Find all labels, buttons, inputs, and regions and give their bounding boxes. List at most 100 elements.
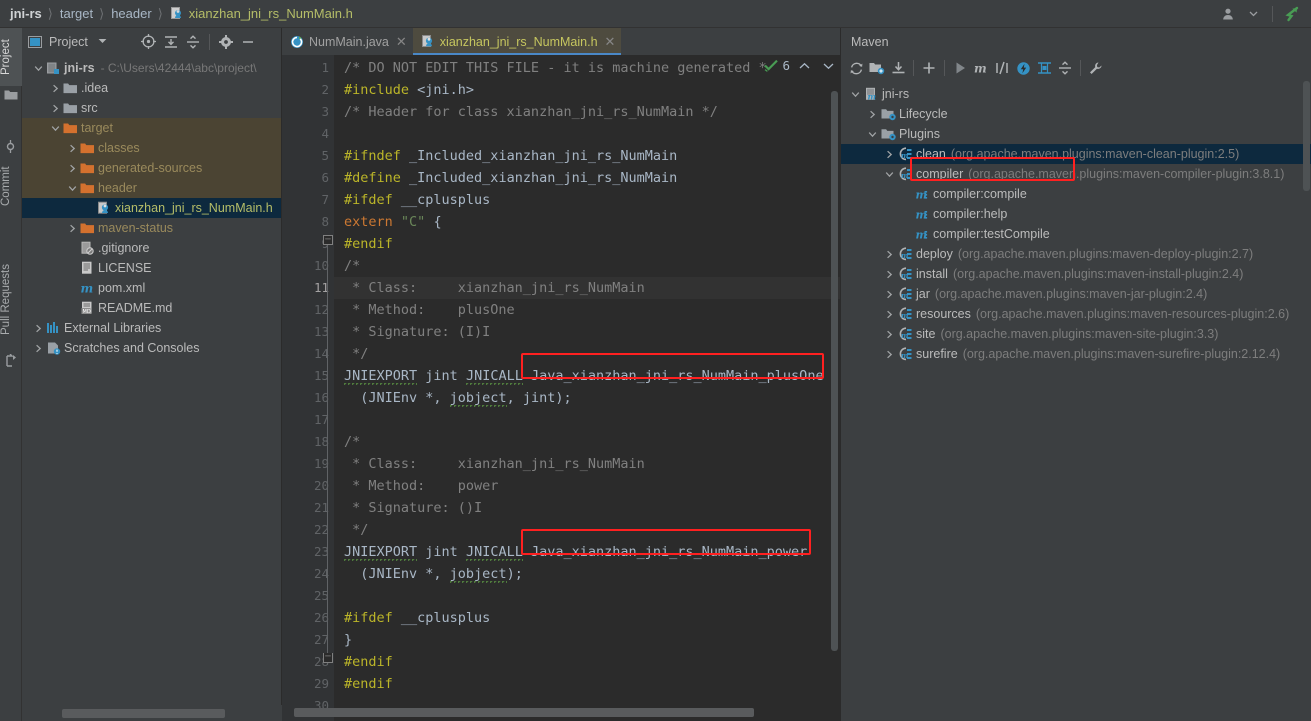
commit-icon[interactable] bbox=[4, 140, 18, 154]
chevron-down-icon[interactable] bbox=[1242, 3, 1264, 25]
code-line[interactable]: extern "C" { bbox=[334, 211, 840, 233]
inspection-widget[interactable]: 6 bbox=[764, 58, 834, 73]
code-line[interactable]: (JNIEnv *, jobject, jint); bbox=[334, 387, 840, 409]
chevron-right-icon[interactable] bbox=[66, 138, 79, 158]
vcs-arrow-icon[interactable] bbox=[1281, 3, 1303, 25]
chevron-right-icon[interactable] bbox=[866, 104, 879, 124]
collapse-all-icon[interactable] bbox=[183, 32, 203, 52]
breadcrumb-item-module[interactable]: jni-rs bbox=[8, 6, 44, 21]
maven-node-compiler[interactable]: m compiler (org.apache.maven.plugins:maven… bbox=[841, 164, 1311, 184]
close-icon[interactable]: ✕ bbox=[605, 34, 616, 50]
hide-panel-icon[interactable] bbox=[238, 32, 258, 52]
line-number[interactable]: 8 bbox=[282, 211, 334, 233]
tree-node-xianzhan-jni-rs-nummain-h[interactable]: xianzhan_jni_rs_NumMain.h bbox=[22, 198, 281, 218]
code-line[interactable]: JNIEXPORT jint JNICALL Java_xianzhan_jni… bbox=[334, 541, 840, 563]
chevron-down-icon[interactable] bbox=[49, 118, 62, 138]
maven-node-resources[interactable]: m resources (org.apache.maven.plugins:mave… bbox=[841, 304, 1311, 324]
code-line[interactable]: #ifndef _Included_xianzhan_jni_rs_NumMai… bbox=[334, 145, 840, 167]
maven-node-lifecycle[interactable]: Lifecycle bbox=[841, 104, 1311, 124]
maven-node-compiler-testcompile[interactable]: m compiler:testCompile bbox=[841, 224, 1311, 244]
show-dependencies-icon[interactable] bbox=[1034, 58, 1054, 78]
code-line[interactable]: */ bbox=[334, 343, 840, 365]
chevron-right-icon[interactable] bbox=[883, 284, 896, 304]
chevron-right-icon[interactable] bbox=[883, 264, 896, 284]
project-icon[interactable] bbox=[4, 88, 18, 102]
code-line[interactable]: /* bbox=[334, 255, 840, 277]
code-line[interactable]: * Signature: (I)I bbox=[334, 321, 840, 343]
maven-node-jni-rs[interactable]: m jni-rs bbox=[841, 84, 1311, 104]
code-line[interactable]: */ bbox=[334, 519, 840, 541]
chevron-right-icon[interactable] bbox=[883, 304, 896, 324]
tree-node-external-libraries[interactable]: External Libraries bbox=[22, 318, 281, 338]
chevron-right-icon[interactable] bbox=[883, 344, 896, 364]
code-line[interactable]: * Method: plusOne bbox=[334, 299, 840, 321]
chevron-right-icon[interactable] bbox=[883, 144, 896, 164]
chevron-right-icon[interactable] bbox=[49, 78, 62, 98]
chevron-down-icon[interactable] bbox=[883, 164, 896, 184]
tree-node-jni-rs[interactable]: jni-rs - C:\Users\42444\abc\project\ bbox=[22, 58, 281, 78]
chevron-right-icon[interactable] bbox=[49, 98, 62, 118]
line-number[interactable]: 7 bbox=[282, 189, 334, 211]
project-tree[interactable]: jni-rs - C:\Users\42444\abc\project\ .idea… bbox=[22, 55, 281, 721]
fold-marker-extern[interactable]: ─ bbox=[323, 235, 333, 245]
execute-maven-goal-icon[interactable]: m bbox=[971, 58, 991, 78]
maven-node-jar[interactable]: m jar (org.apache.maven.plugins:maven-jar-… bbox=[841, 284, 1311, 304]
chevron-down-icon[interactable] bbox=[66, 178, 79, 198]
tree-node-src[interactable]: src bbox=[22, 98, 281, 118]
maven-node-install[interactable]: m install (org.apache.maven.plugins:maven-… bbox=[841, 264, 1311, 284]
tree-node--gitignore[interactable]: .gitignore bbox=[22, 238, 281, 258]
editor-vertical-scrollbar[interactable] bbox=[831, 91, 838, 651]
tree-node-readme-md[interactable]: MD README.md bbox=[22, 298, 281, 318]
toggle-offline-icon[interactable] bbox=[1013, 58, 1033, 78]
chevron-right-icon[interactable] bbox=[32, 338, 45, 358]
tree-node-maven-status[interactable]: maven-status bbox=[22, 218, 281, 238]
maven-node-site[interactable]: m site (org.apache.maven.plugins:maven-sit… bbox=[841, 324, 1311, 344]
chevron-right-icon[interactable] bbox=[32, 318, 45, 338]
code-line[interactable]: #endif bbox=[334, 673, 840, 695]
code-line[interactable]: #endif bbox=[334, 651, 840, 673]
maven-node-clean[interactable]: m clean (org.apache.maven.plugins:maven-cl… bbox=[841, 144, 1311, 164]
maven-node-plugins[interactable]: Plugins bbox=[841, 124, 1311, 144]
maven-node-compiler-help[interactable]: m compiler:help bbox=[841, 204, 1311, 224]
code-line[interactable] bbox=[334, 585, 840, 607]
code-line[interactable]: * Class: xianzhan_jni_rs_NumMain bbox=[334, 453, 840, 475]
breadcrumb-item-target[interactable]: target bbox=[58, 6, 95, 21]
code-line[interactable]: #define _Included_xianzhan_jni_rs_NumMai… bbox=[334, 167, 840, 189]
chevron-up-icon[interactable] bbox=[799, 62, 810, 70]
collapse-all-icon[interactable] bbox=[1055, 58, 1075, 78]
tree-node-classes[interactable]: classes bbox=[22, 138, 281, 158]
line-number[interactable]: 2 bbox=[282, 79, 334, 101]
select-opened-file-icon[interactable] bbox=[139, 32, 159, 52]
tab-xianzhan-header[interactable]: xianzhan_jni_rs_NumMain.h ✕ bbox=[412, 28, 622, 55]
settings-wrench-icon[interactable] bbox=[1086, 58, 1106, 78]
line-number[interactable]: 5 bbox=[282, 145, 334, 167]
line-number[interactable]: 1 bbox=[282, 57, 334, 79]
gear-icon[interactable] bbox=[216, 32, 236, 52]
sidebar-item-pull-requests[interactable]: Pull Requests bbox=[0, 250, 22, 350]
code-line[interactable]: * Signature: ()I bbox=[334, 497, 840, 519]
fold-marker-close[interactable]: ─ bbox=[323, 653, 333, 663]
code-line[interactable]: #endif bbox=[334, 233, 840, 255]
chevron-right-icon[interactable] bbox=[883, 324, 896, 344]
code-line[interactable]: /* Header for class xianzhan_jni_rs_NumM… bbox=[334, 101, 840, 123]
maven-tree[interactable]: m jni-rs Lifecycle Plugins m clean (org.apache… bbox=[841, 81, 1311, 721]
line-number[interactable]: 4 bbox=[282, 123, 334, 145]
chevron-right-icon[interactable] bbox=[883, 244, 896, 264]
chevron-down-icon[interactable] bbox=[32, 58, 45, 78]
tree-node--idea[interactable]: .idea bbox=[22, 78, 281, 98]
run-icon[interactable] bbox=[950, 58, 970, 78]
maven-node-deploy[interactable]: m deploy (org.apache.maven.plugins:maven-d… bbox=[841, 244, 1311, 264]
tree-node-license[interactable]: LICENSE bbox=[22, 258, 281, 278]
reload-icon[interactable] bbox=[846, 58, 866, 78]
maven-vertical-scrollbar[interactable] bbox=[1303, 81, 1310, 191]
tree-node-target[interactable]: target bbox=[22, 118, 281, 138]
code-line[interactable]: } bbox=[334, 629, 840, 651]
chevron-down-icon[interactable] bbox=[93, 32, 113, 52]
code-line[interactable]: /* bbox=[334, 431, 840, 453]
code-line[interactable]: #include <jni.h> bbox=[334, 79, 840, 101]
tree-node-header[interactable]: header bbox=[22, 178, 281, 198]
tab-nummain-java[interactable]: NumMain.java ✕ bbox=[282, 28, 413, 55]
tree-node-generated-sources[interactable]: generated-sources bbox=[22, 158, 281, 178]
close-icon[interactable]: ✕ bbox=[396, 34, 407, 50]
tree-node-scratches-and-consoles[interactable]: Scratches and Consoles bbox=[22, 338, 281, 358]
